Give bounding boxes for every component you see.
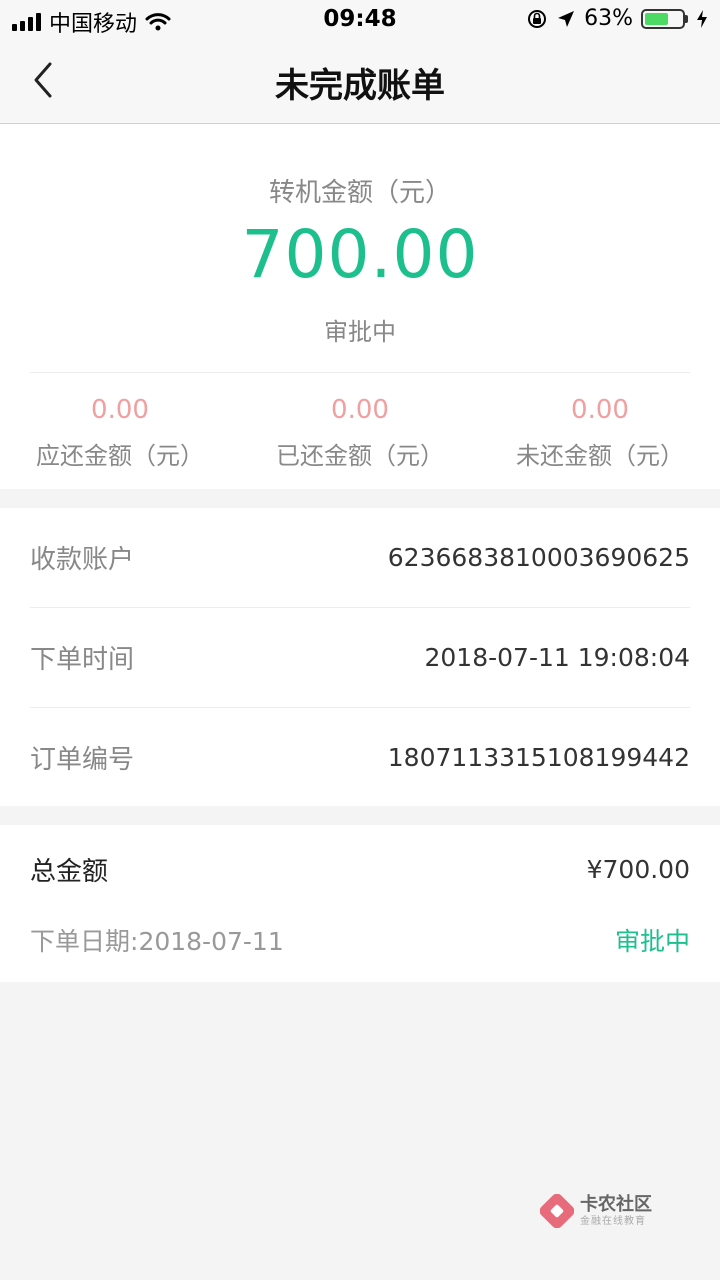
stat-due: 0.00 应还金额（元） [0, 392, 240, 471]
total-card[interactable]: 总金额 ¥700.00 下单日期:2018-07-11 审批中 [0, 825, 720, 982]
watermark-title: 卡农社区 [580, 1193, 652, 1215]
battery-cap [685, 14, 688, 23]
amount-value: 700.00 [241, 216, 479, 293]
stat-value: 0.00 [331, 395, 389, 425]
location-icon [558, 10, 575, 27]
summary-card: 转机金额（元） 700.00 审批中 0.00 应还金额（元） 0.00 已还金… [0, 124, 720, 489]
detail-value: 1807113315108199442 [387, 743, 690, 772]
status-bar-right: 63% [526, 6, 708, 31]
total-label: 总金额 [30, 857, 109, 887]
stat-repaid: 0.00 已还金额（元） [240, 392, 480, 471]
watermark: 卡农社区 金融在线教育 [540, 1190, 670, 1232]
battery-percent: 63% [584, 6, 633, 31]
detail-label: 订单编号 [30, 745, 135, 775]
order-date: 下单日期:2018-07-11 [30, 922, 284, 958]
watermark-logo-icon [540, 1194, 574, 1228]
stat-label: 已还金额（元） [276, 442, 444, 470]
amount-label: 转机金额（元） [268, 178, 451, 208]
nav-bar: 未完成账单 [0, 40, 720, 124]
detail-row-account: 收款账户 6236683810003690625 [30, 508, 690, 608]
details-card: 收款账户 6236683810003690625 下单时间 2018-07-11… [0, 508, 720, 806]
charging-icon [697, 9, 707, 28]
detail-value: 2018-07-11 19:08:04 [424, 643, 690, 672]
stat-label: 应还金额（元） [36, 442, 204, 470]
stats-row: 0.00 应还金额（元） 0.00 已还金额（元） 0.00 未还金额（元） [0, 392, 720, 471]
divider [30, 372, 690, 373]
stat-outstanding: 0.00 未还金额（元） [480, 392, 720, 471]
detail-label: 收款账户 [30, 545, 135, 575]
order-date-value: 2018-07-11 [138, 927, 284, 956]
detail-value: 6236683810003690625 [387, 543, 690, 572]
status-bar: 中国移动 09:48 63% [0, 0, 720, 40]
status-badge: 审批中 [614, 927, 690, 956]
approval-status: 审批中 [324, 318, 396, 346]
total-amount: ¥700.00 [586, 855, 690, 884]
stat-value: 0.00 [91, 395, 149, 425]
battery-icon [641, 8, 685, 29]
detail-label: 下单时间 [30, 645, 135, 675]
orientation-lock-icon [528, 9, 547, 28]
order-date-label: 下单日期: [30, 927, 139, 956]
stat-label: 未还金额（元） [516, 442, 684, 470]
detail-row-order-number: 订单编号 1807113315108199442 [30, 708, 690, 807]
detail-row-order-time: 下单时间 2018-07-11 19:08:04 [30, 608, 690, 708]
page-title: 未完成账单 [275, 66, 445, 106]
watermark-subtitle: 金融在线教育 [580, 1215, 646, 1227]
stat-value: 0.00 [571, 395, 629, 425]
battery-level [645, 12, 668, 25]
